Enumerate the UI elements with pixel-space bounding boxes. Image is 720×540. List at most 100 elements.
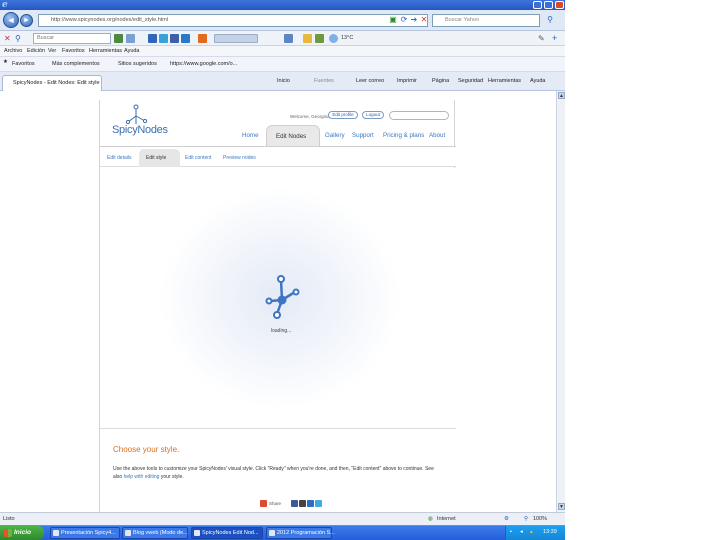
loading-nodes-icon [265,275,300,319]
task-label-2: Blog vweb (Modo de... [133,530,188,536]
weather-text: 13°C [341,35,354,41]
stop-icon[interactable]: ✕ [419,15,429,25]
subtab-preview[interactable]: Preview nodes [223,155,256,161]
nav-about[interactable]: About [429,132,445,139]
scroll-down-icon[interactable]: ▼ [558,503,565,510]
choose-style-end: your style. [160,474,184,480]
nav-home[interactable]: Home [242,132,259,139]
compatibility-icon[interactable]: ▣ [388,15,398,25]
logout-button[interactable]: Logout [362,111,384,119]
search-icon[interactable]: ⚲ [545,15,555,25]
menu-tools[interactable]: Herramientas [89,48,122,54]
digg-share-icon[interactable] [307,500,314,507]
cmd-tools[interactable]: Herramientas [488,78,521,84]
zoom-icon[interactable]: ⚲ [524,516,528,522]
style-canvas[interactable]: loading... [100,168,456,428]
fav-item-complementos[interactable]: Más complementos [52,61,100,67]
subtab-edit-details[interactable]: Edit details [107,155,131,161]
loading-text: loading... [271,328,292,334]
search-placeholder: Buscar Yahoo [445,17,480,23]
address-field[interactable]: http://www.spicynodes.org/nodes/edit_sty… [38,14,428,27]
share-label[interactable]: Share [269,501,281,506]
add-icon[interactable]: + [552,34,561,43]
radio-icon[interactable] [315,34,324,43]
twitter-share-icon[interactable] [315,500,322,507]
protected-mode-icon[interactable]: ⚙ [504,516,509,522]
edit-profile-button[interactable]: Edit profile [328,111,358,119]
toolbar-search-input[interactable]: Buscar [33,33,111,44]
cmd-help[interactable]: Ayuda [530,78,546,84]
site-search-input[interactable] [389,111,449,120]
share-icon[interactable] [260,500,267,507]
fav-item-google[interactable]: https://www.google.com/o... [170,61,237,67]
cmd-print[interactable]: Imprimir [397,78,417,84]
nav-support[interactable]: Support [352,132,374,139]
refresh-icon[interactable]: ⟳ [399,15,409,25]
search-field[interactable]: Buscar Yahoo [432,14,540,27]
screen-icon[interactable] [284,34,293,43]
help-editing-link[interactable]: help with editing [124,474,160,480]
go-icon[interactable]: ➔ [409,15,419,25]
twitter-icon[interactable] [159,34,168,43]
menu-view[interactable]: Ver [48,48,56,54]
status-bar: Listo ◍ Internet ⚙ ⚲ 100% [0,512,565,525]
zoom-level[interactable]: 100% [533,516,547,522]
wrench-icon[interactable]: ✎ [538,34,547,43]
favorites-bar: ★ Favoritos Más complementos Sitios suge… [0,57,565,72]
cmd-security[interactable]: Seguridad [458,78,483,84]
tray-alert-icon[interactable]: ▴ [530,529,533,535]
forward-button[interactable]: ► [20,14,33,27]
nav-edit-nodes[interactable]: Edit Nodes [266,125,320,146]
fav-item-sitios[interactable]: Sitios sugeridos [118,61,157,67]
social-icon[interactable] [170,34,179,43]
nav-pricing[interactable]: Pricing & plans [383,132,424,139]
games-icon[interactable] [303,34,312,43]
logo-text: SpicyNodes [112,124,168,136]
menu-edit[interactable]: Edición [27,48,45,54]
addon-icon[interactable] [126,34,135,43]
spicynodes-logo[interactable]: SpicyNodes [112,102,172,142]
cmd-read-mail[interactable]: Leer correo [356,78,384,84]
scroll-up-icon[interactable]: ▲ [558,92,565,99]
menu-favorites[interactable]: Favoritos [62,48,85,54]
menu-file[interactable]: Archivo [4,48,22,54]
subtab-edit-style[interactable]: Edit style [139,149,180,167]
task-label-1: Presentación Spicy4... [61,530,116,536]
cmd-feeds[interactable]: Fuentes [314,78,334,84]
task-spicynodes[interactable]: SpicyNodes Edit Nod... [191,527,263,539]
close-toolbar-icon[interactable]: ✕ [4,34,13,43]
music-icon[interactable] [198,34,207,43]
search-go-icon[interactable] [114,34,123,43]
favorites-star-icon[interactable]: ★ [3,59,8,65]
tab-spicynodes[interactable]: SpicyNodes - Edit Nodes: Edit style [2,75,102,91]
favorites-button[interactable]: Favoritos [12,61,35,67]
close-window-button[interactable] [555,1,564,9]
address-text: http://www.spicynodes.org/nodes/edit_sty… [51,17,169,23]
windows-logo-icon [4,529,12,537]
subtab-edit-style-label: Edit style [146,155,167,161]
facebook-icon[interactable] [148,34,157,43]
minimize-button[interactable] [533,1,542,9]
task-programacion[interactable]: 2012 Programación S... [266,527,335,539]
search-toolbar-icon[interactable]: ⚲ [15,34,24,43]
facebook-share-icon[interactable] [291,500,298,507]
nav-edit-nodes-label: Edit Nodes [276,133,307,140]
vertical-scrollbar[interactable]: ▲ ▼ [556,91,565,512]
player-control[interactable] [214,34,258,43]
back-button[interactable]: ◄ [3,12,19,28]
mail-icon[interactable] [181,34,190,43]
cmd-page[interactable]: Página [432,78,449,84]
cmd-home[interactable]: Inicio [277,78,290,84]
logo-nodes-icon [125,104,148,125]
nav-gallery[interactable]: Gallery [325,132,345,139]
task-presentacion[interactable]: Presentación Spicy4... [50,527,120,539]
myspace-share-icon[interactable] [299,500,306,507]
maximize-button[interactable] [544,1,553,9]
start-label: Inicio [14,529,31,536]
task-blog[interactable]: Blog vweb (Modo de... [122,527,188,539]
subtab-edit-content[interactable]: Edit content [185,155,211,161]
start-button[interactable]: Inicio [0,526,44,540]
menu-help[interactable]: Ayuda [124,48,140,54]
tray-volume-icon[interactable]: ◂ [520,529,523,535]
tray-network-icon[interactable]: ▪ [510,529,512,535]
